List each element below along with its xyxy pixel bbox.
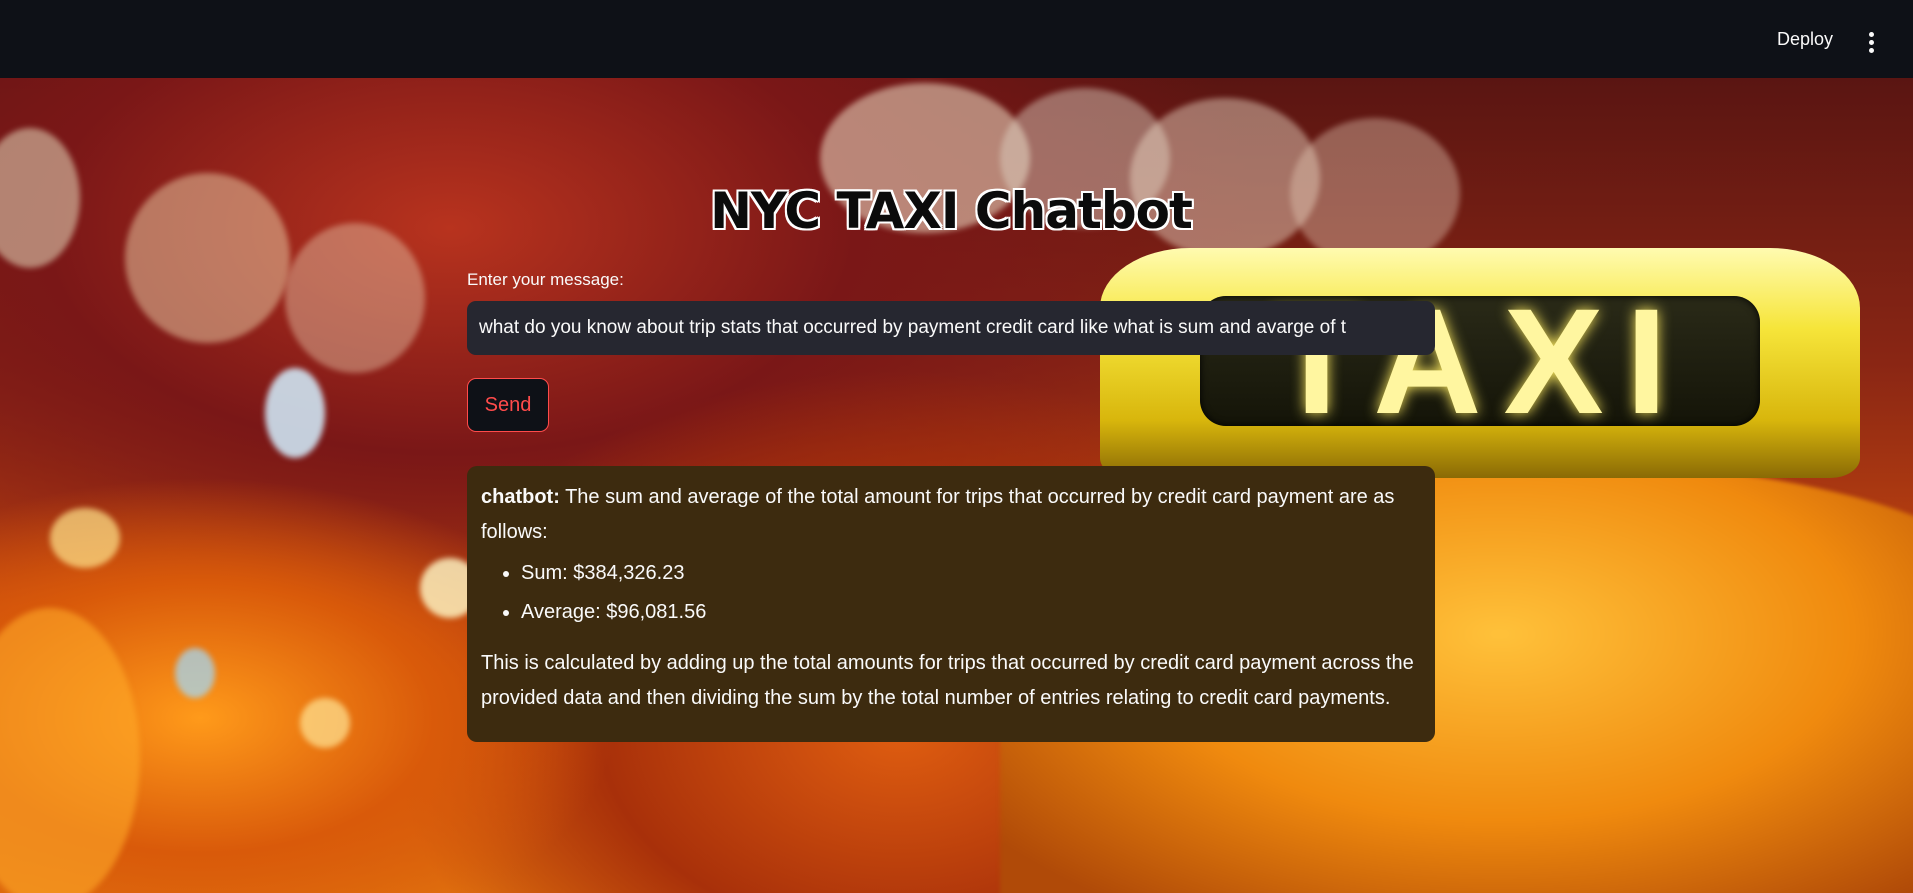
response-explanation: This is calculated by adding up the tota…: [481, 652, 1414, 709]
message-input-label: Enter your message:: [467, 270, 624, 289]
page-title: NYC TAXI Chatbot: [710, 182, 1193, 240]
list-item: Sum: $384,326.23: [521, 554, 1421, 593]
main-content: NYC TAXI Chatbot Enter your message: Sen…: [467, 78, 1435, 742]
message-input[interactable]: [467, 301, 1435, 355]
speaker-label: chatbot:: [481, 486, 560, 508]
kebab-menu-icon[interactable]: [1865, 32, 1877, 54]
deploy-button[interactable]: Deploy: [1777, 29, 1833, 50]
list-item: Average: $96,081.56: [521, 593, 1421, 632]
response-list: Sum: $384,326.23 Average: $96,081.56: [481, 554, 1421, 632]
send-button[interactable]: Send: [467, 378, 549, 432]
chatbot-response: chatbot: The sum and average of the tota…: [467, 466, 1435, 742]
app-header: Deploy: [0, 0, 1913, 78]
response-intro-text: The sum and average of the total amount …: [481, 486, 1395, 543]
response-intro: chatbot: The sum and average of the tota…: [481, 480, 1421, 550]
